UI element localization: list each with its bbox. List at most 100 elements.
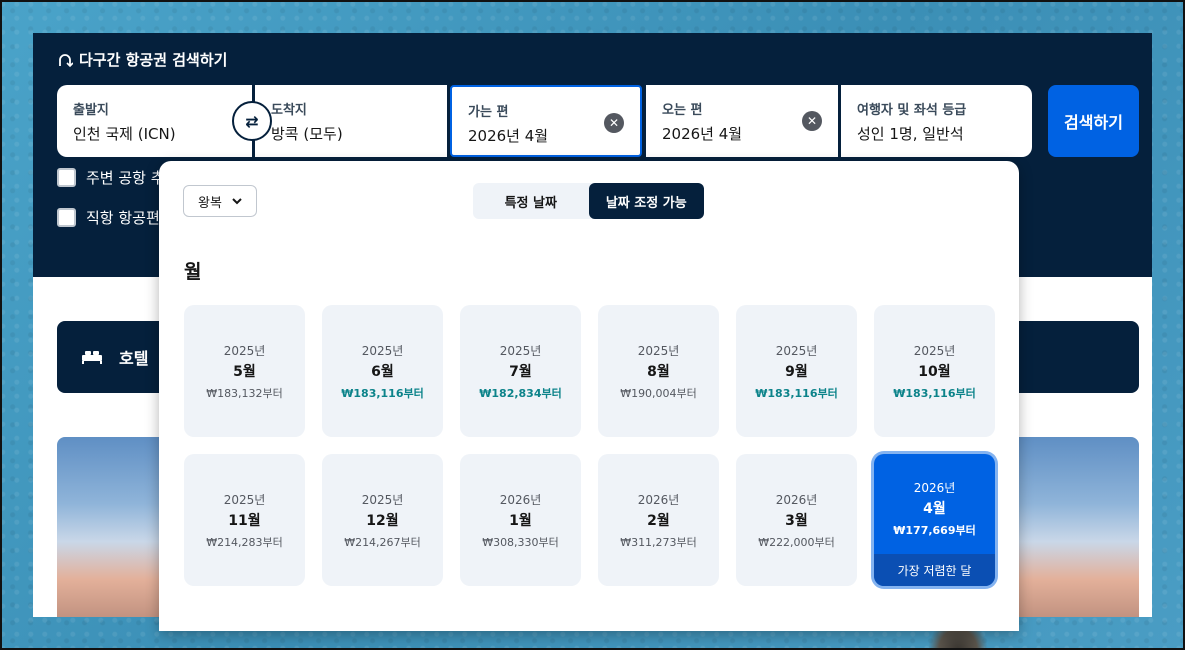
month-option-content: 2026년 1월 ₩308,330부터 [482, 491, 559, 550]
search-button[interactable]: 검색하기 [1048, 85, 1139, 157]
month-price: ₩182,834부터 [479, 386, 562, 400]
destination-field[interactable]: 도착지 방콕 (모두) [255, 85, 447, 157]
month-price: ₩214,283부터 [206, 535, 283, 549]
month-option-content: 2026년 4월 ₩177,669부터 [893, 479, 975, 538]
destination-label: 도착지 [271, 103, 307, 118]
month-option[interactable]: 2025년 7월 ₩182,834부터 [460, 305, 581, 437]
month-name: 10월 [918, 363, 951, 380]
month-option-content: 2025년 6월 ₩183,116부터 [341, 342, 423, 401]
clear-depart-button[interactable]: ✕ [604, 113, 624, 133]
chevron-down-icon [232, 197, 242, 204]
origin-value: 인천 국제 (ICN) [73, 125, 176, 143]
month-picker-popover: 왕복 특정 날짜 날짜 조정 가능 월 2025년 5월 ₩183,132부터 202… [159, 161, 1019, 631]
month-price: ₩183,132부터 [206, 386, 283, 400]
month-price: ₩177,669부터 [893, 523, 976, 537]
month-name: 6월 [371, 363, 394, 380]
month-option-content: 2025년 10월 ₩183,116부터 [893, 342, 975, 401]
close-icon: ✕ [608, 116, 620, 130]
depart-value: 2026년 4월 [468, 127, 549, 145]
month-year: 2026년 [499, 492, 542, 507]
multi-city-icon [59, 53, 73, 67]
cheapest-month-badge: 가장 저렴한 달 [874, 554, 995, 586]
multi-city-link[interactable]: 다구간 항공권 검색하기 [57, 49, 227, 70]
month-name: 7월 [509, 363, 532, 380]
month-price: ₩308,330부터 [482, 535, 559, 549]
trip-type-value: 왕복 [198, 195, 222, 211]
month-option[interactable]: 2026년 4월 ₩177,669부터가장 저렴한 달 [874, 454, 995, 586]
month-price: ₩222,000부터 [758, 535, 835, 549]
trip-type-select[interactable]: 왕복 [183, 185, 257, 217]
return-date-field[interactable]: 오는 편 2026년 4월 ✕ [646, 85, 838, 157]
month-year: 2026년 [637, 492, 680, 507]
month-option[interactable]: 2026년 1월 ₩308,330부터 [460, 454, 581, 586]
month-year: 2025년 [913, 343, 956, 358]
month-option[interactable]: 2026년 2월 ₩311,273부터 [598, 454, 719, 586]
month-name: 11월 [228, 512, 261, 529]
month-option[interactable]: 2025년 6월 ₩183,116부터 [322, 305, 443, 437]
swap-icon: ⇄ [245, 111, 259, 131]
direct-flights-checkbox[interactable] [57, 208, 76, 227]
direct-flights-option[interactable]: 직항 항공편 [57, 207, 160, 228]
month-option-content: 2025년 11월 ₩214,283부터 [206, 491, 283, 550]
month-option-content: 2026년 3월 ₩222,000부터 [758, 491, 835, 550]
month-year: 2025년 [361, 492, 404, 507]
nearby-airports-option[interactable]: 주변 공항 추 [57, 167, 165, 188]
month-year: 2025년 [361, 343, 404, 358]
close-icon: ✕ [806, 114, 818, 128]
month-option-content: 2025년 5월 ₩183,132부터 [206, 342, 283, 401]
origin-field[interactable]: 출발지 인천 국제 (ICN) [57, 85, 252, 157]
date-mode-toggle: 특정 날짜 날짜 조정 가능 [473, 183, 704, 219]
month-option[interactable]: 2025년 12월 ₩214,267부터 [322, 454, 443, 586]
origin-label: 출발지 [73, 103, 109, 118]
nearby-airports-label: 주변 공항 추 [86, 169, 165, 187]
tab-specific-date[interactable]: 특정 날짜 [473, 183, 589, 219]
month-option-content: 2025년 8월 ₩190,004부터 [620, 342, 697, 401]
month-year: 2026년 [913, 480, 956, 495]
month-option[interactable]: 2025년 11월 ₩214,283부터 [184, 454, 305, 586]
month-option[interactable]: 2025년 9월 ₩183,116부터 [736, 305, 857, 437]
multi-city-label: 다구간 항공권 검색하기 [79, 51, 228, 69]
month-option-content: 2025년 9월 ₩183,116부터 [755, 342, 837, 401]
month-heading: 월 [184, 261, 202, 283]
month-option-content: 2025년 7월 ₩182,834부터 [479, 342, 561, 401]
month-year: 2025년 [223, 492, 266, 507]
swap-airports-button[interactable]: ⇄ [232, 101, 272, 141]
travellers-label: 여행자 및 좌석 등급 [857, 103, 967, 118]
month-price: ₩183,116부터 [893, 386, 976, 400]
hotel-label: 호텔 [119, 349, 149, 368]
month-grid: 2025년 5월 ₩183,132부터 2025년 6월 ₩183,116부터 2025년 7… [184, 305, 995, 586]
month-price: ₩190,004부터 [620, 386, 697, 400]
month-price: ₩183,116부터 [341, 386, 424, 400]
nearby-airports-checkbox[interactable] [57, 168, 76, 187]
tab-flexible-date[interactable]: 날짜 조정 가능 [588, 183, 704, 219]
month-price: ₩311,273부터 [620, 535, 697, 549]
direct-flights-label: 직항 항공편 [86, 209, 160, 227]
return-value: 2026년 4월 [662, 125, 743, 143]
month-name: 9월 [785, 363, 808, 380]
month-option[interactable]: 2025년 8월 ₩190,004부터 [598, 305, 719, 437]
month-price: ₩183,116부터 [755, 386, 838, 400]
month-name: 2월 [647, 512, 670, 529]
month-option-content: 2025년 12월 ₩214,267부터 [344, 491, 421, 550]
month-name: 4월 [923, 500, 946, 517]
month-year: 2025년 [499, 343, 542, 358]
month-option-content: 2026년 2월 ₩311,273부터 [620, 491, 697, 550]
depart-label: 가는 편 [468, 105, 509, 120]
return-label: 오는 편 [662, 103, 703, 118]
month-name: 3월 [785, 512, 808, 529]
month-name: 5월 [233, 363, 256, 380]
month-name: 8월 [647, 363, 670, 380]
month-year: 2025년 [775, 343, 818, 358]
month-option[interactable]: 2025년 10월 ₩183,116부터 [874, 305, 995, 437]
bed-icon [82, 351, 102, 364]
clear-return-button[interactable]: ✕ [802, 111, 822, 131]
month-option[interactable]: 2025년 5월 ₩183,132부터 [184, 305, 305, 437]
month-year: 2025년 [637, 343, 680, 358]
month-name: 1월 [509, 512, 532, 529]
travellers-field[interactable]: 여행자 및 좌석 등급 성인 1명, 일반석 [841, 85, 1032, 157]
travellers-value: 성인 1명, 일반석 [857, 125, 964, 143]
destination-value: 방콕 (모두) [271, 125, 343, 143]
depart-date-field[interactable]: 가는 편 2026년 4월 ✕ [450, 85, 642, 157]
month-price: ₩214,267부터 [344, 535, 421, 549]
month-option[interactable]: 2026년 3월 ₩222,000부터 [736, 454, 857, 586]
